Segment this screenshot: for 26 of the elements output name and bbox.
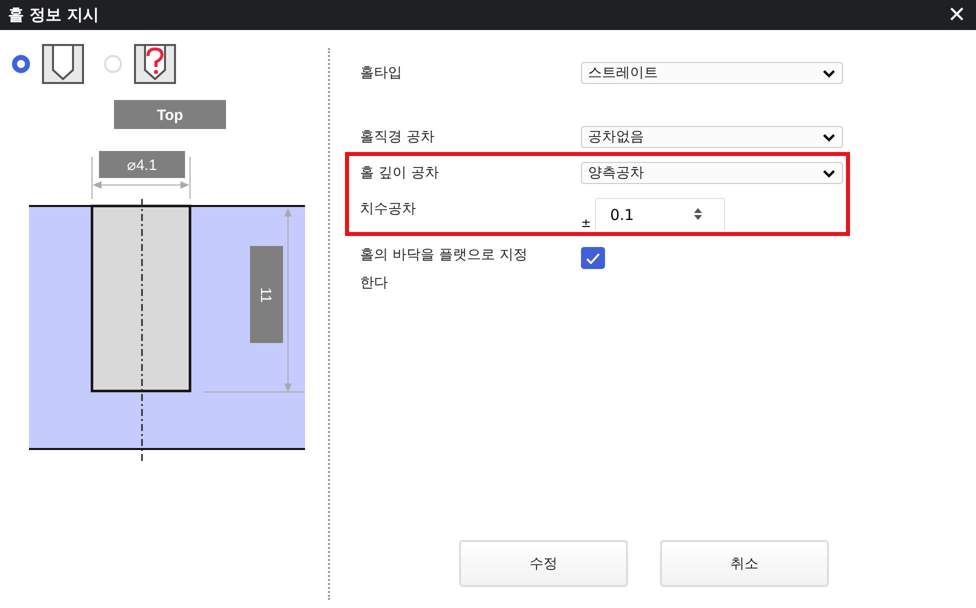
checkbox[interactable] bbox=[581, 247, 605, 269]
plus-minus-sign: ± bbox=[581, 216, 592, 230]
field-label: 홀 깊이 공차 bbox=[360, 164, 440, 182]
radio-button[interactable] bbox=[12, 55, 30, 73]
depth-label: 11 bbox=[250, 246, 283, 343]
chevron-down-icon bbox=[822, 168, 836, 178]
chevron-down-icon bbox=[822, 132, 836, 142]
chevron-down-icon bbox=[822, 68, 836, 78]
field-label: 치수공차 bbox=[360, 200, 417, 218]
diameter-label: ⌀4.1 bbox=[99, 151, 185, 178]
number-field[interactable]: 0.1 bbox=[595, 198, 726, 230]
drill-hole-icon[interactable] bbox=[42, 44, 84, 84]
window-title: 홀 정보 지시 bbox=[8, 4, 100, 26]
dropdown[interactable]: 양측공차 bbox=[581, 162, 843, 184]
field-label: 홀의 바닥을 플랫으로 지정한다 bbox=[360, 246, 528, 293]
field-label: 홀타입 bbox=[360, 64, 403, 82]
checkmark-icon bbox=[586, 252, 600, 264]
dialog-button[interactable]: 취소 bbox=[660, 540, 829, 587]
field-label: 홀직경 공차 bbox=[360, 128, 436, 146]
dropdown[interactable]: 스트레이트 bbox=[581, 62, 843, 84]
spinner-icon[interactable] bbox=[693, 207, 704, 221]
dropdown[interactable]: 공차없음 bbox=[581, 126, 843, 148]
close-button[interactable]: ✕ bbox=[944, 2, 970, 28]
unknown-hole-icon[interactable] bbox=[134, 44, 176, 84]
view-label: Top bbox=[114, 100, 226, 129]
dialog-button[interactable]: 수정 bbox=[459, 540, 628, 587]
